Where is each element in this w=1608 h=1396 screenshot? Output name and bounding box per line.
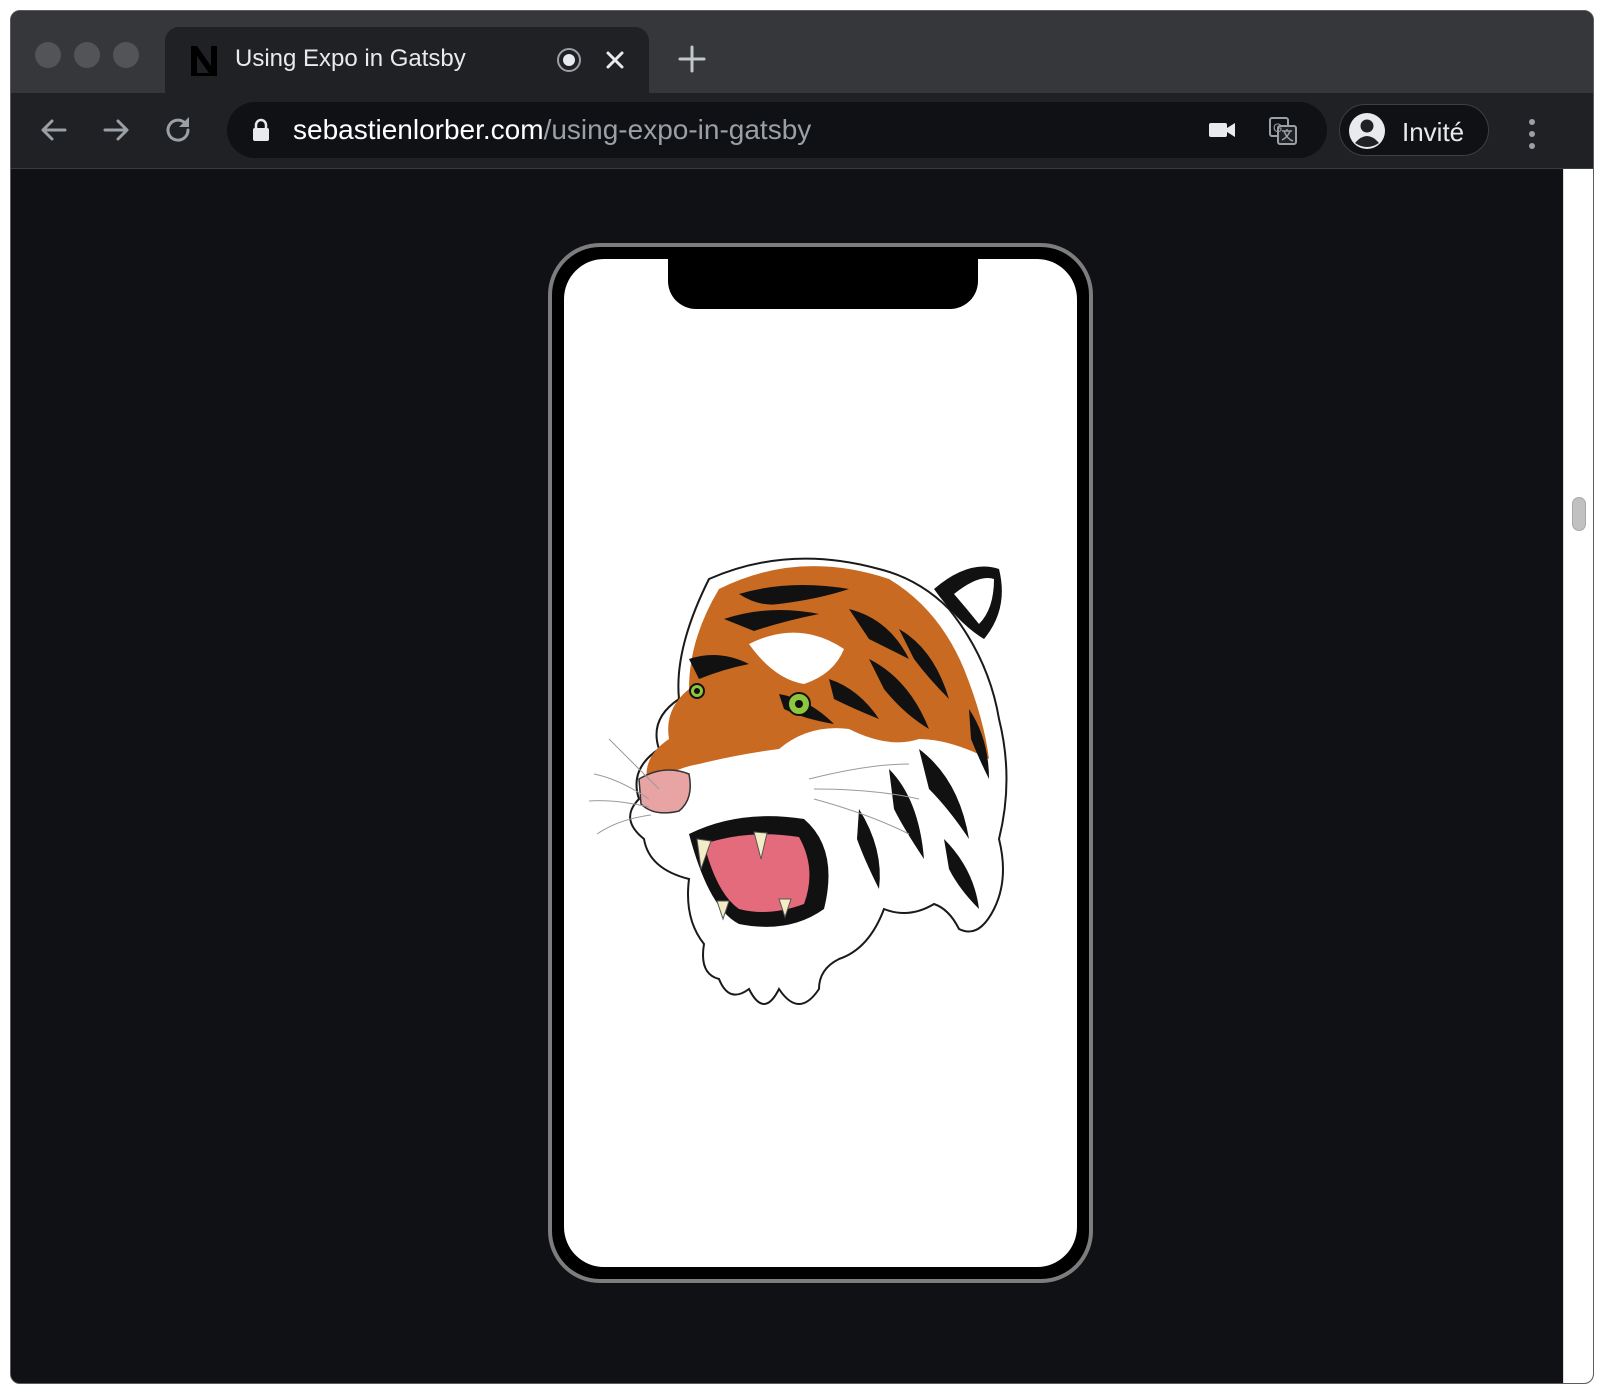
url-path: /using-expo-in-gatsby — [543, 114, 812, 145]
tab-strip: Using Expo in Gatsby — [11, 11, 1593, 93]
phone-mockup — [548, 243, 1093, 1283]
plus-icon[interactable] — [677, 44, 707, 74]
camera-icon[interactable] — [1207, 118, 1237, 142]
lock-icon[interactable] — [251, 118, 271, 142]
svg-text:G: G — [1273, 121, 1282, 135]
translate-icon[interactable]: G — [1267, 115, 1299, 147]
site-logo-icon — [191, 46, 217, 76]
forward-arrow-icon[interactable] — [99, 113, 133, 147]
phone-screen — [564, 259, 1077, 1267]
scrollbar-thumb[interactable] — [1572, 497, 1586, 531]
window-minimize-button[interactable] — [74, 42, 100, 68]
tiger-illustration — [589, 557, 1008, 1005]
url-host: sebastienlorber.com — [293, 114, 544, 145]
tab-active[interactable]: Using Expo in Gatsby — [165, 27, 649, 93]
page-content — [11, 169, 1593, 1383]
profile-button[interactable]: Invité — [1339, 104, 1489, 156]
address-bar[interactable]: sebastienlorber.com/using-expo-in-gatsby… — [227, 102, 1327, 158]
phone-notch — [668, 259, 978, 309]
page-scrollbar[interactable] — [1563, 169, 1593, 1383]
window-zoom-button[interactable] — [113, 42, 139, 68]
tab-title: Using Expo in Gatsby — [235, 45, 466, 72]
close-icon[interactable] — [601, 46, 629, 74]
profile-label: Invité — [1402, 117, 1465, 147]
kebab-menu-icon[interactable] — [1527, 117, 1537, 151]
back-arrow-icon[interactable] — [37, 113, 71, 147]
window-close-button[interactable] — [35, 42, 61, 68]
reload-icon[interactable] — [161, 113, 195, 147]
browser-window: Using Expo in Gatsby sebastienlorber.com… — [10, 10, 1594, 1384]
account-icon — [1349, 113, 1385, 149]
media-recording-icon[interactable] — [557, 48, 581, 72]
url-text: sebastienlorber.com/using-expo-in-gatsby — [293, 114, 811, 146]
toolbar: sebastienlorber.com/using-expo-in-gatsby… — [11, 93, 1593, 168]
